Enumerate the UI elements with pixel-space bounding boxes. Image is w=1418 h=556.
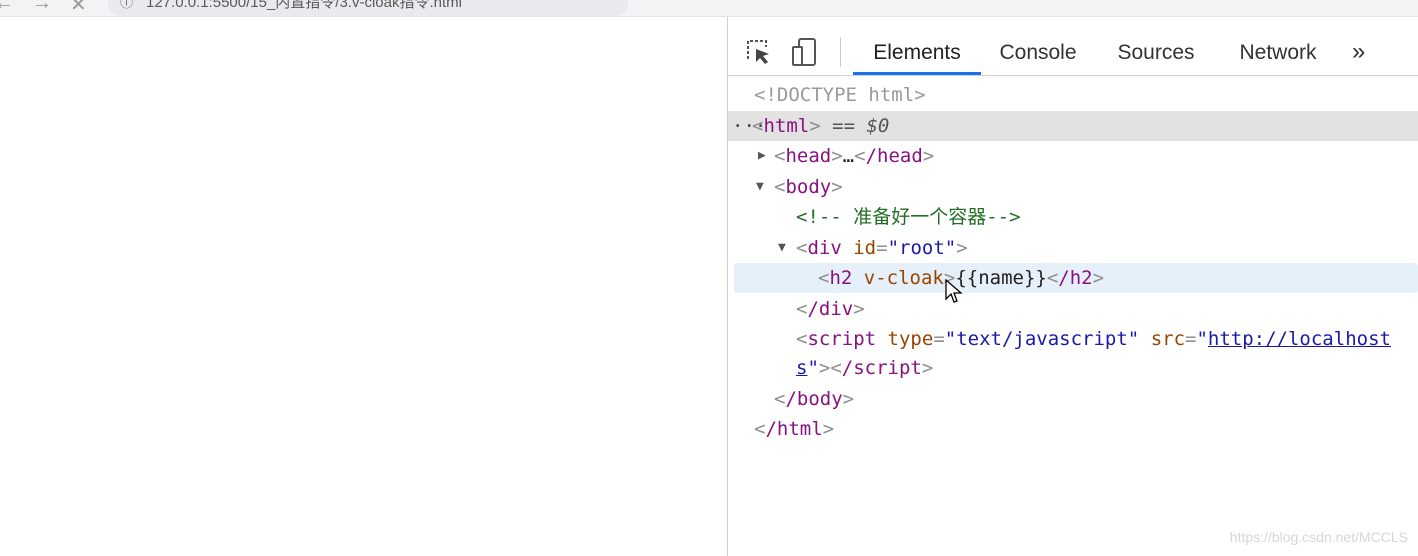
collapse-triangle-icon[interactable]: ▼ <box>778 233 786 263</box>
address-text: 127.0.0.1:5500/15_内置指令/3.v-cloak指令.html <box>146 0 462 11</box>
expand-triangle-icon[interactable]: ▶ <box>758 141 766 171</box>
collapse-triangle-icon[interactable]: ▼ <box>756 172 764 202</box>
forward-icon[interactable]: → <box>32 0 52 15</box>
dom-node-div-close[interactable]: </div> <box>728 294 1418 324</box>
dom-node-head[interactable]: ▶ <head>…</head> <box>728 141 1418 171</box>
script-src-link-end[interactable]: s <box>796 357 807 379</box>
dom-node-doctype[interactable]: <!DOCTYPE html> <box>728 80 1418 110</box>
tab-console[interactable]: Console <box>988 37 1088 75</box>
watermark: https://blog.csdn.net/MCCLS <box>1229 529 1408 545</box>
dom-node-script-continued[interactable]: s"></script> <box>728 353 1418 383</box>
address-bar[interactable]: ⓘ 127.0.0.1:5500/15_内置指令/3.v-cloak指令.htm… <box>108 0 628 16</box>
devtools-panel: Elements Console Sources Network » <!DOC… <box>728 17 1418 556</box>
mouse-pointer-icon <box>945 278 963 310</box>
back-icon[interactable]: ← <box>0 0 14 15</box>
tab-sources[interactable]: Sources <box>1106 37 1206 75</box>
page-viewport <box>0 17 727 556</box>
dom-node-script[interactable]: <script type="text/javascript" src="http… <box>728 324 1418 354</box>
dom-node-h2[interactable]: <h2 v-cloak>{{name}}</h2> <box>734 263 1418 293</box>
script-src-link[interactable]: http://localhost <box>1208 328 1391 350</box>
dom-node-comment[interactable]: <!-- 准备好一个容器--> <box>728 202 1418 232</box>
dom-node-html[interactable]: ··· <html> == $0 <box>728 111 1418 141</box>
toolbar-separator <box>840 37 841 67</box>
dom-node-body[interactable]: ▼ <body> <box>728 172 1418 202</box>
tab-elements[interactable]: Elements <box>853 37 981 75</box>
site-info-icon[interactable]: ⓘ <box>120 0 133 16</box>
inspect-element-icon[interactable] <box>744 37 772 72</box>
stop-loading-icon[interactable]: ✕ <box>70 0 87 16</box>
dom-node-body-close[interactable]: </body> <box>728 384 1418 414</box>
browser-toolbar: ← → ✕ ⓘ 127.0.0.1:5500/15_内置指令/3.v-cloak… <box>0 0 1418 17</box>
devtools-toolbar: Elements Console Sources Network » <box>728 17 1418 76</box>
more-tabs-chevron-icon[interactable]: » <box>1352 37 1365 67</box>
dom-node-div-root[interactable]: ▼ <div id="root"> <box>728 233 1418 263</box>
device-toolbar-icon[interactable] <box>790 37 820 72</box>
tab-network[interactable]: Network <box>1226 37 1330 75</box>
elements-dom-tree: <!DOCTYPE html> ··· <html> == $0 ▶ <head… <box>728 76 1418 556</box>
dom-node-html-close[interactable]: </html> <box>728 414 1418 444</box>
